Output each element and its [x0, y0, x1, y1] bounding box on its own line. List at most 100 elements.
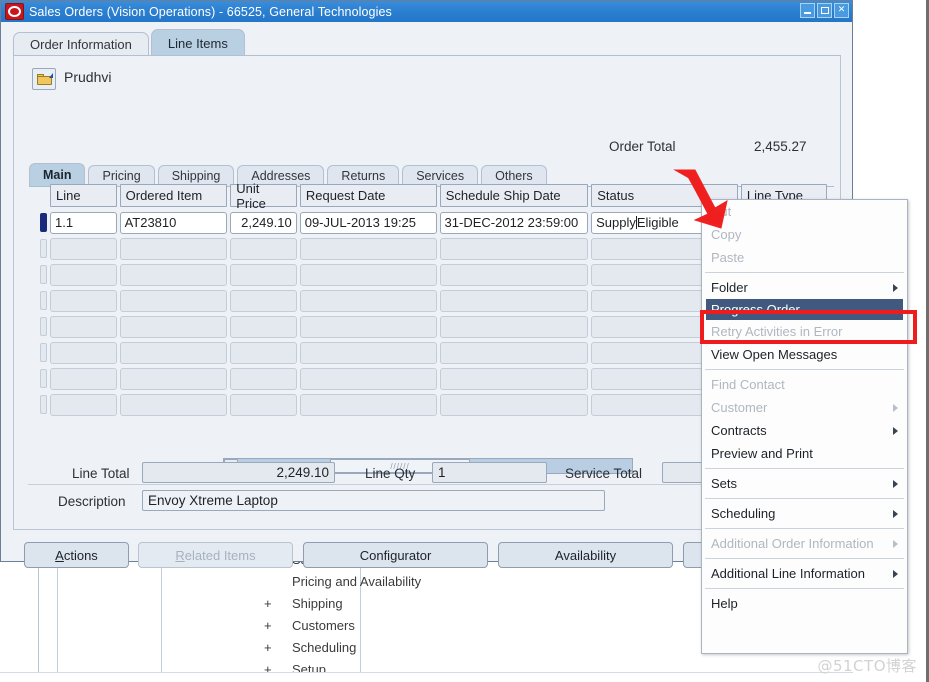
- cell-line[interactable]: [50, 289, 117, 312]
- cell-request-date[interactable]: [299, 341, 437, 364]
- menu-item-view-open-messages[interactable]: View Open Messages: [702, 343, 907, 366]
- open-folder-icon[interactable]: [32, 68, 56, 90]
- cell-unit-price[interactable]: [230, 237, 297, 260]
- nav-expand-3[interactable]: +: [264, 618, 272, 633]
- minimize-icon[interactable]: [800, 3, 815, 18]
- subtab-shipping[interactable]: Shipping: [157, 165, 235, 186]
- menu-item-sets[interactable]: Sets: [702, 472, 907, 495]
- menu-item-preview-and-print[interactable]: Preview and Print: [702, 442, 907, 465]
- cell-line[interactable]: [50, 367, 117, 390]
- nav-item-customers[interactable]: Customers: [292, 618, 355, 633]
- background-panel-strip: [0, 556, 38, 682]
- cell-schedule-ship-date[interactable]: [439, 237, 589, 260]
- close-icon[interactable]: ✕: [834, 3, 849, 18]
- menu-item-additional-line-information[interactable]: Additional Line Information: [702, 562, 907, 585]
- cell-unit-price[interactable]: [230, 289, 297, 312]
- cell-line[interactable]: [50, 341, 117, 364]
- row-selector[interactable]: [40, 369, 47, 388]
- cell-ordered-item[interactable]: [119, 367, 228, 390]
- actions-button[interactable]: Actions: [24, 542, 129, 568]
- cell-unit-price[interactable]: [230, 315, 297, 338]
- menu-item-paste[interactable]: Paste: [702, 246, 907, 269]
- menu-item-contracts[interactable]: Contracts: [702, 419, 907, 442]
- cell-line[interactable]: [50, 237, 117, 260]
- cell-request-date[interactable]: [299, 263, 437, 286]
- tab-order-information[interactable]: Order Information: [13, 32, 149, 56]
- menu-item-scheduling[interactable]: Scheduling: [702, 502, 907, 525]
- row-selector[interactable]: [40, 343, 47, 362]
- line-qty-field[interactable]: 1: [432, 462, 547, 483]
- cell-schedule-ship-date[interactable]: [439, 341, 589, 364]
- menu-item-retry-activities-in-error[interactable]: Retry Activities in Error: [702, 320, 907, 343]
- row-selector[interactable]: [40, 395, 47, 414]
- column-header-schedule-ship-date[interactable]: Schedule Ship Date: [439, 184, 589, 207]
- row-selector[interactable]: [40, 239, 47, 258]
- cell-line[interactable]: 1.1: [50, 211, 117, 234]
- nav-item-pricing-and-availability[interactable]: Pricing and Availability: [292, 574, 421, 589]
- tab-line-items[interactable]: Line Items: [150, 29, 245, 56]
- cell-schedule-ship-date[interactable]: [439, 263, 589, 286]
- subtab-pricing[interactable]: Pricing: [88, 165, 155, 186]
- nav-expand-2[interactable]: +: [264, 596, 272, 611]
- column-header-unit-price[interactable]: Unit Price: [230, 181, 297, 211]
- cell-schedule-ship-date[interactable]: 31-DEC-2012 23:59:00: [439, 211, 589, 234]
- row-selector[interactable]: [40, 213, 47, 232]
- menu-item-progress-order[interactable]: Progress Order: [706, 299, 903, 320]
- configurator-button[interactable]: Configurator: [303, 542, 488, 568]
- cell-ordered-item[interactable]: [119, 237, 228, 260]
- line-total-field[interactable]: 2,249.10: [142, 462, 335, 483]
- description-field[interactable]: Envoy Xtreme Laptop: [142, 490, 605, 511]
- nav-item-shipping[interactable]: Shipping: [292, 596, 343, 611]
- row-selector[interactable]: [40, 265, 47, 284]
- menu-item-customer[interactable]: Customer: [702, 396, 907, 419]
- nav-expand-4[interactable]: +: [264, 640, 272, 655]
- cell-request-date[interactable]: [299, 315, 437, 338]
- row-selector[interactable]: [40, 317, 47, 336]
- cell-schedule-ship-date[interactable]: [439, 367, 589, 390]
- menu-item-find-contact[interactable]: Find Contact: [702, 373, 907, 396]
- cell-line[interactable]: [50, 393, 117, 416]
- cell-request-date[interactable]: [299, 367, 437, 390]
- cell-ordered-item[interactable]: [119, 315, 228, 338]
- cell-schedule-ship-date[interactable]: [439, 289, 589, 312]
- menu-item-additional-order-information[interactable]: Additional Order Information: [702, 532, 907, 555]
- cell-ordered-item[interactable]: AT23810: [119, 211, 228, 234]
- cell-line[interactable]: [50, 263, 117, 286]
- cell-ordered-item[interactable]: [119, 341, 228, 364]
- subtab-returns[interactable]: Returns: [327, 165, 400, 186]
- menu-item-help[interactable]: Help: [702, 592, 907, 615]
- cell-request-date[interactable]: [299, 393, 437, 416]
- cell-unit-price[interactable]: 2,249.10: [230, 211, 297, 234]
- cell-unit-price[interactable]: [230, 393, 297, 416]
- cell-unit-price[interactable]: [230, 367, 297, 390]
- availability-button[interactable]: Availability: [498, 542, 673, 568]
- nav-item-scheduling[interactable]: Scheduling: [292, 640, 356, 655]
- menu-item-folder[interactable]: Folder: [702, 276, 907, 299]
- menu-separator: [705, 498, 904, 499]
- cell-ordered-item[interactable]: [119, 263, 228, 286]
- cell-ordered-item[interactable]: [119, 289, 228, 312]
- cell-schedule-ship-date[interactable]: [439, 393, 589, 416]
- oracle-logo-icon: [5, 3, 24, 20]
- cell-line[interactable]: [50, 315, 117, 338]
- cell-ordered-item[interactable]: [119, 393, 228, 416]
- column-header-line[interactable]: Line: [50, 184, 117, 207]
- cell-request-date[interactable]: [299, 237, 437, 260]
- column-header-ordered-item[interactable]: Ordered Item: [119, 184, 228, 207]
- cell-unit-price[interactable]: [230, 263, 297, 286]
- maximize-icon[interactable]: [817, 3, 832, 18]
- subtab-others[interactable]: Others: [481, 165, 547, 186]
- window-controls: ✕: [800, 3, 849, 18]
- subtab-services[interactable]: Services: [402, 165, 479, 186]
- cell-request-date[interactable]: 09-JUL-2013 19:25: [299, 211, 437, 234]
- chevron-right-icon: [893, 540, 898, 548]
- column-header-request-date[interactable]: Request Date: [299, 184, 437, 207]
- cell-schedule-ship-date[interactable]: [439, 315, 589, 338]
- row-selector[interactable]: [40, 291, 47, 310]
- related-items-button[interactable]: Related Items: [138, 542, 293, 568]
- window-titlebar[interactable]: Sales Orders (Vision Operations) - 66525…: [1, 1, 852, 22]
- cell-unit-price[interactable]: [230, 341, 297, 364]
- subtab-main[interactable]: Main: [29, 163, 86, 186]
- cell-request-date[interactable]: [299, 289, 437, 312]
- navigator-gutter: [39, 556, 58, 682]
